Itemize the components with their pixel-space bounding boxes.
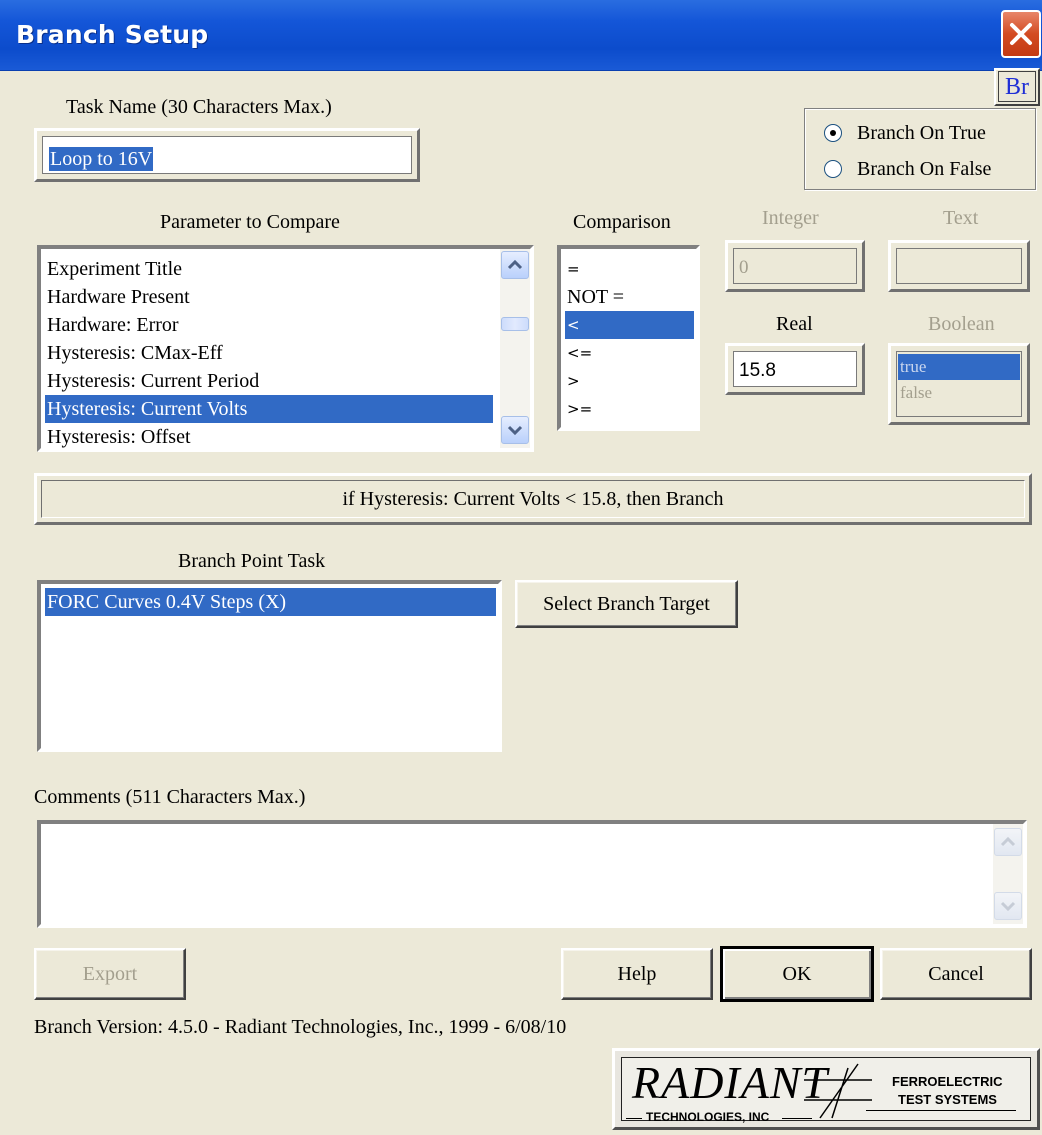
integer-label: Integer (762, 207, 819, 229)
chevron-up-icon (507, 259, 523, 270)
boolean-list[interactable]: true false (888, 343, 1030, 425)
task-name-field[interactable]: Loop to 16V (34, 128, 420, 182)
condition-summary: if Hysteresis: Current Volts < 15.8, the… (34, 473, 1032, 525)
list-item[interactable]: Hysteresis: Offset (45, 423, 493, 448)
condition-summary-text: if Hysteresis: Current Volts < 15.8, the… (342, 487, 724, 510)
comparison-list[interactable]: = NOT = < <= > >= (555, 243, 702, 433)
list-item-selected[interactable]: Hysteresis: Current Volts (45, 395, 493, 423)
parameter-scrollbar[interactable] (500, 249, 530, 448)
branch-point-label: Branch Point Task (178, 550, 326, 572)
chevron-up-icon (1000, 836, 1016, 847)
radio-circle-icon (824, 160, 842, 178)
list-item[interactable]: Experiment Title (45, 255, 493, 283)
cancel-button[interactable]: Cancel (880, 948, 1032, 1000)
branch-point-list[interactable]: FORC Curves 0.4V Steps (X) (35, 578, 504, 754)
export-button[interactable]: Export (34, 948, 186, 1000)
text-label: Text (943, 207, 979, 229)
chevron-down-icon (507, 425, 523, 436)
task-name-value: Loop to 16V (49, 147, 154, 171)
scroll-up-button[interactable] (994, 828, 1022, 856)
version-text: Branch Version: 4.5.0 - Radiant Technolo… (34, 1016, 567, 1038)
scroll-down-button[interactable] (994, 892, 1022, 920)
list-item[interactable]: >= (565, 395, 694, 423)
list-item-selected[interactable]: true (898, 354, 1020, 380)
task-name-label: Task Name (30 Characters Max.) (66, 96, 332, 118)
integer-field[interactable]: 0 (725, 240, 865, 292)
br-badge-text: Br (998, 71, 1036, 102)
br-badge: Br (994, 68, 1040, 106)
comments-label: Comments (511 Characters Max.) (34, 786, 306, 808)
radio-branch-on-false[interactable]: Branch On False (824, 158, 1024, 182)
comments-field[interactable] (35, 818, 1029, 930)
list-item[interactable]: Hysteresis: Current Period (45, 367, 493, 395)
list-item[interactable]: false (898, 380, 1020, 406)
scroll-thumb[interactable] (501, 317, 529, 331)
real-field[interactable]: 15.8 (725, 343, 865, 395)
select-branch-target-button[interactable]: Select Branch Target (515, 580, 738, 628)
radio-circle-icon (824, 124, 842, 142)
close-icon (1010, 23, 1032, 45)
list-item[interactable]: <= (565, 339, 694, 367)
list-item[interactable]: Hardware Present (45, 283, 493, 311)
comments-scrollbar[interactable] (993, 824, 1023, 924)
logo-brand: RADIANT (632, 1057, 829, 1108)
radio-label: Branch On True (857, 122, 986, 144)
list-item-selected[interactable]: FORC Curves 0.4V Steps (X) (45, 588, 496, 616)
list-item[interactable]: NOT = (565, 283, 694, 311)
close-button[interactable] (1001, 10, 1041, 58)
list-item[interactable]: Hardware: Error (45, 311, 493, 339)
scroll-up-button[interactable] (501, 251, 529, 279)
ferroelectric-hysteresis-icon (804, 1063, 872, 1119)
real-value: 15.8 (739, 360, 776, 381)
ok-button[interactable]: OK (720, 946, 874, 1002)
radiant-logo: RADIANT TECHNOLOGIES, INC FERROELECTRIC … (612, 1048, 1040, 1130)
logo-tag-line-2: TEST SYSTEMS (898, 1092, 997, 1107)
real-label: Real (776, 313, 813, 335)
parameter-label: Parameter to Compare (160, 211, 340, 233)
list-item-selected[interactable]: < (565, 311, 694, 339)
list-item[interactable]: > (565, 367, 694, 395)
logo-tag-line-1: FERROELECTRIC (892, 1074, 1003, 1089)
integer-value: 0 (739, 257, 749, 278)
scroll-down-button[interactable] (501, 416, 529, 444)
window-title: Branch Setup (16, 20, 209, 49)
list-item[interactable]: = (565, 255, 694, 283)
chevron-down-icon (1000, 901, 1016, 912)
text-field[interactable] (888, 240, 1030, 292)
list-item[interactable]: Hysteresis: CMax-Eff (45, 339, 493, 367)
help-button[interactable]: Help (561, 948, 713, 1000)
radio-label: Branch On False (857, 158, 992, 180)
logo-sub: TECHNOLOGIES, INC (646, 1110, 770, 1124)
parameter-list[interactable]: Experiment Title Hardware Present Hardwa… (35, 243, 536, 454)
radio-branch-on-true[interactable]: Branch On True (824, 122, 1024, 146)
comparison-label: Comparison (573, 211, 671, 233)
boolean-label: Boolean (928, 313, 995, 335)
